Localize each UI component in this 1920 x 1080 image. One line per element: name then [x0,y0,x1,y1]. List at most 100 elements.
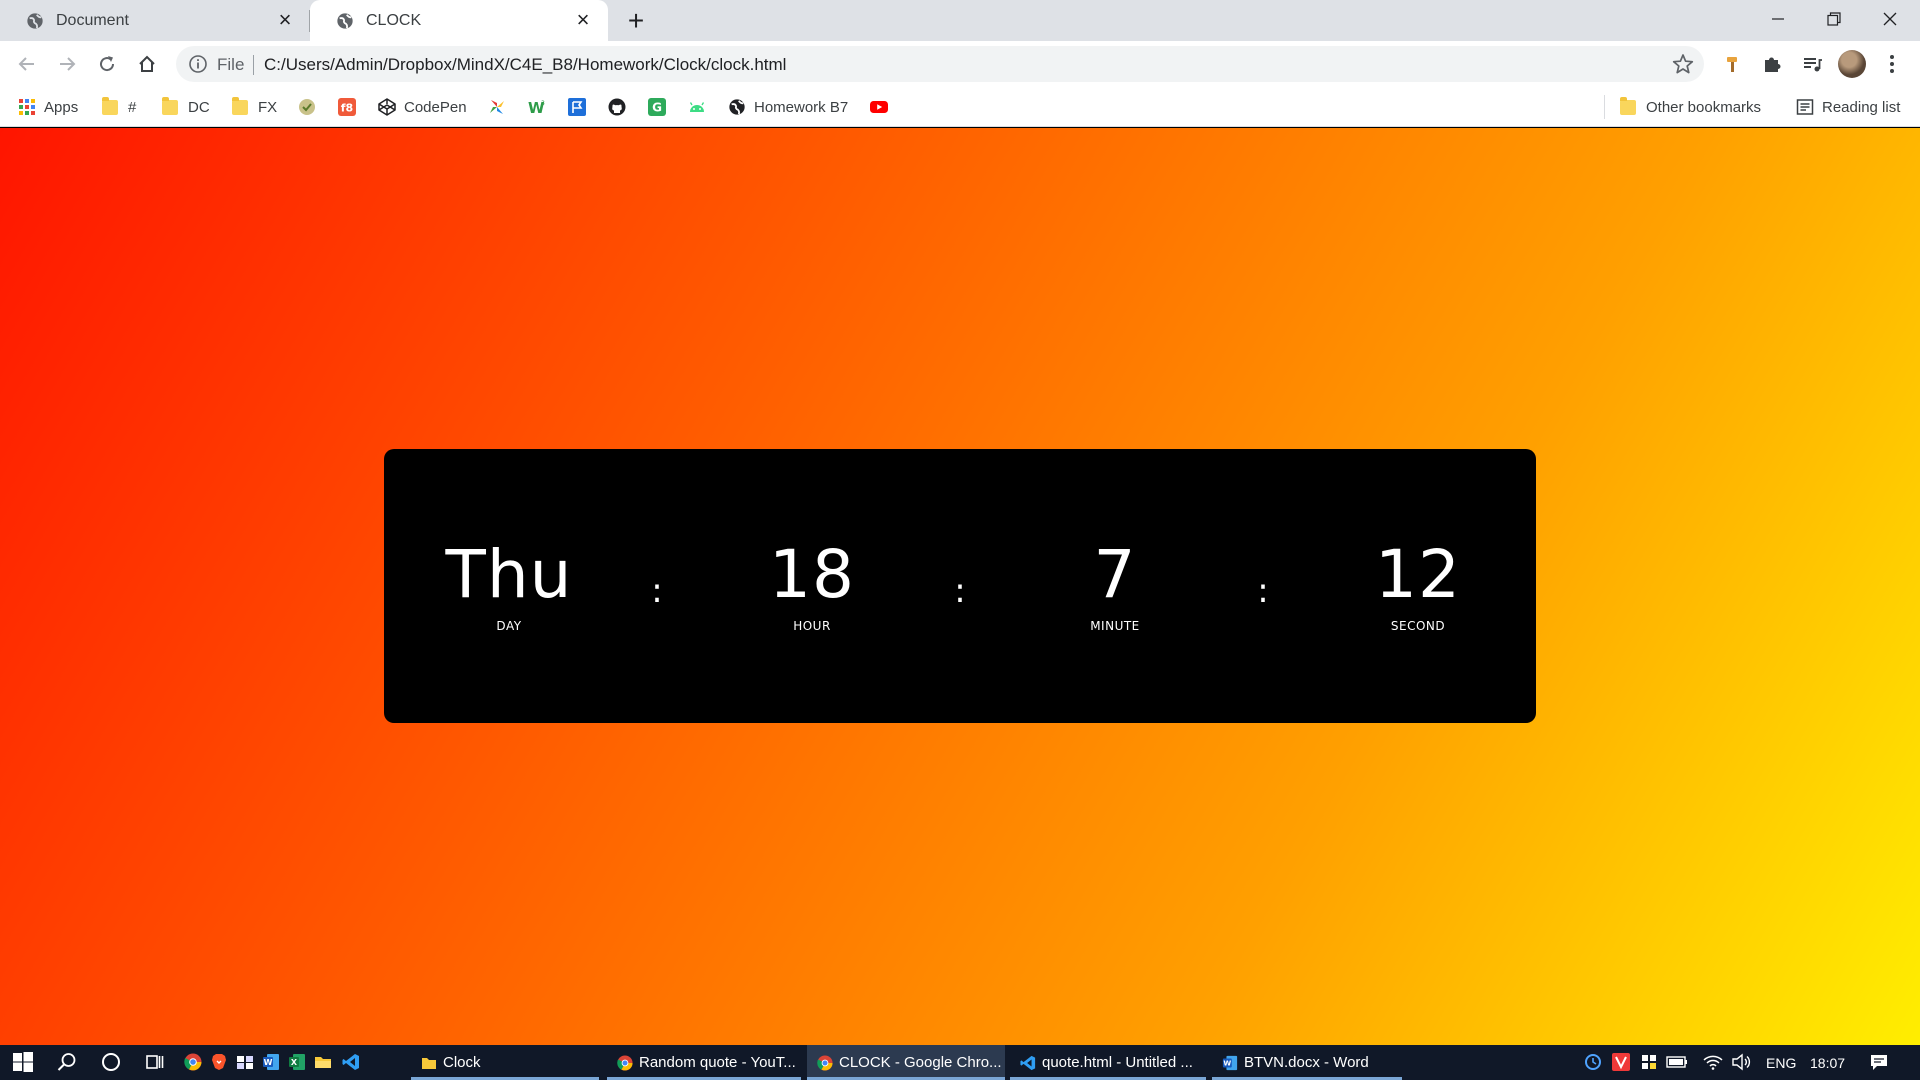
brave-pinned[interactable] [208,1051,230,1073]
bookmark-w3schools[interactable]: W3 [528,87,554,127]
action-center-button[interactable] [1868,1051,1890,1073]
flag-icon [568,98,586,116]
taskbar-app-clock-chrome[interactable]: CLOCK - Google Chro... [807,1045,1005,1080]
clock-separator: : [1257,571,1269,611]
tray-update-icon[interactable] [1582,1051,1604,1073]
tray-wifi[interactable] [1702,1051,1724,1073]
cortana-button[interactable] [100,1051,122,1073]
folder-icon [102,96,118,115]
more-vertical-icon [1890,55,1894,73]
search-button[interactable] [56,1051,78,1073]
tray-language[interactable]: ENG [1766,1045,1796,1080]
minimize-button[interactable] [1750,0,1806,38]
bookmark-android-site[interactable] [688,87,714,127]
bookmark-folder-fx[interactable]: FX [232,87,277,127]
taskbar-app-random-quote[interactable]: Random quote - YouT... [607,1045,801,1080]
taskbar-app-word[interactable]: W BTVN.docx - Word [1212,1045,1402,1080]
tray-volume[interactable] [1730,1051,1752,1073]
start-button[interactable] [12,1051,34,1073]
back-arrow-icon [18,57,34,71]
bookmark-f8-site[interactable]: f8 [338,87,364,127]
back-button[interactable] [11,48,43,80]
clock-separator: : [954,571,966,611]
bookmark-other-bookmarks[interactable]: Other bookmarks [1620,87,1761,127]
bookmark-flag-site[interactable] [568,87,594,127]
close-window-button[interactable] [1862,0,1918,38]
chrome-icon [817,1054,833,1071]
tray-clock[interactable]: 18:07 [1810,1045,1845,1080]
taskbar-app-title: BTVN.docx - Word [1244,1054,1369,1071]
bookmarks-divider [1604,95,1605,119]
tray-security-icon[interactable] [1638,1051,1660,1073]
tab-document[interactable]: Document × [0,0,310,41]
cortana-circle-icon [102,1053,120,1071]
taskbar-app-vscode[interactable]: quote.html - Untitled ... [1010,1045,1206,1080]
bookmark-github[interactable] [608,87,634,127]
task-view-button[interactable] [144,1051,166,1073]
teams-pinned[interactable] [234,1051,256,1073]
info-icon[interactable] [188,54,208,74]
forward-arrow-icon [60,57,76,71]
bookmark-apps[interactable]: Apps [18,87,78,127]
extensions-button[interactable] [1756,48,1788,80]
battery-icon [1666,1056,1687,1068]
tray-vivaldi-icon[interactable] [1610,1051,1632,1073]
hour-value: 18 [769,536,855,613]
tab-title: CLOCK [366,11,422,29]
clock-hour: 18 HOUR [692,536,932,634]
profile-avatar[interactable] [1838,50,1866,78]
svg-text:f8: f8 [341,102,353,115]
windows-logo-icon [13,1052,33,1072]
bookmark-folder-dc[interactable]: DC [162,87,210,127]
folder-icon [232,96,248,115]
bookmark-folder-hash[interactable]: # [102,87,136,127]
vscode-pinned[interactable] [340,1051,362,1073]
word-pinned[interactable]: W [260,1051,282,1073]
extension-button[interactable] [1716,48,1748,80]
folder-icon [422,1057,436,1069]
home-button[interactable] [131,48,163,80]
restore-button[interactable] [1806,0,1862,38]
chrome-icon [617,1054,633,1071]
bookmark-star-icon[interactable] [1672,53,1694,75]
svg-text:3: 3 [541,100,545,107]
globe-icon [337,12,353,29]
excel-pinned[interactable]: X [286,1051,308,1073]
bookmark-pinwheel-site[interactable] [488,87,514,127]
close-tab-icon[interactable]: × [274,8,296,32]
chrome-icon [184,1053,202,1071]
taskbar-app-title: Clock [443,1054,481,1071]
hour-label: HOUR [793,619,831,633]
taskbar-app-clock-folder[interactable]: Clock [411,1045,599,1080]
new-tab-button[interactable]: + [622,7,650,36]
tab-clock[interactable]: CLOCK × [310,0,608,41]
language-indicator: ENG [1766,1054,1797,1071]
second-label: SECOND [1390,619,1446,633]
bookmark-homework-b7[interactable]: Homework B7 [728,87,848,127]
file-explorer-pinned[interactable] [312,1051,334,1073]
reload-button[interactable] [91,48,123,80]
forward-button[interactable] [51,48,83,80]
speaker-icon [1732,1053,1751,1071]
bookmarks-bar: Apps # DC FX f8 CodePen W3 G Homework B7 [0,87,1920,127]
media-control-button[interactable] [1796,48,1828,80]
minute-label: MINUTE [1090,619,1140,633]
chrome-menu-button[interactable] [1876,48,1908,80]
url-text[interactable]: C:/Users/Admin/Dropbox/MindX/C4E_B8/Home… [264,55,786,75]
pinwheel-icon [490,100,504,114]
address-bar[interactable]: File C:/Users/Admin/Dropbox/MindX/C4E_B8… [176,46,1704,82]
close-tab-icon[interactable]: × [572,8,594,32]
reading-list-button[interactable]: Reading list [1796,87,1900,127]
grid-app-icon [237,1056,253,1069]
chrome-pinned[interactable] [182,1051,204,1073]
reload-icon [100,56,115,72]
bookmark-check-site[interactable] [298,87,324,127]
bookmark-youtube[interactable] [870,87,896,127]
tray-battery[interactable] [1666,1051,1688,1073]
bookmark-g-site[interactable]: G [648,87,674,127]
system-time: 18:07 [1810,1054,1846,1071]
word-icon: W [1222,1055,1238,1070]
clock-minute: 7 MINUTE [995,537,1235,634]
bookmark-codepen[interactable]: CodePen [378,87,467,127]
puzzle-icon [1765,57,1781,72]
